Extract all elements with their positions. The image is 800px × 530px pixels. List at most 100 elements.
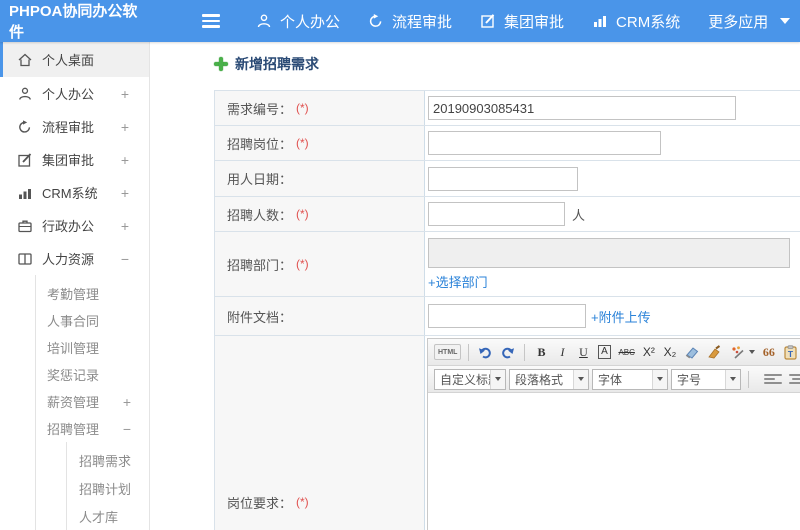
italic-button[interactable]: I bbox=[553, 342, 571, 363]
undo-icon[interactable] bbox=[476, 342, 495, 363]
unit-label: 人 bbox=[572, 207, 586, 223]
sidebar-item-crm-system[interactable]: CRM系统 + bbox=[0, 176, 149, 209]
sidebar-item-hr-contract[interactable]: 人事合同 bbox=[36, 307, 149, 334]
position-input[interactable] bbox=[428, 131, 661, 155]
form-row-position: 招聘岗位： (*) bbox=[215, 126, 800, 161]
sidebar-item-group-approval[interactable]: 集团审批 + bbox=[0, 143, 149, 176]
rich-text-editor: HTML B I U A ABC X² X₂ 66 T 自定义标 段落格式 字体… bbox=[427, 338, 800, 530]
underline-button[interactable]: U bbox=[574, 342, 592, 363]
required-mark: (*) bbox=[296, 136, 309, 150]
topnav-label: CRM系统 bbox=[616, 13, 681, 31]
topnav-crm-system[interactable]: CRM系统 bbox=[592, 11, 680, 32]
form-row-demand-no: 需求编号： (*) bbox=[215, 91, 800, 126]
book-icon bbox=[17, 251, 33, 267]
strikethrough-button[interactable]: ABC bbox=[616, 342, 636, 363]
edit-icon bbox=[17, 152, 33, 168]
sidebar-subitem-label: 招聘管理 bbox=[47, 422, 100, 437]
demand-no-input[interactable] bbox=[428, 96, 736, 120]
subscript-button[interactable]: X₂ bbox=[661, 342, 679, 363]
hamburger-menu-icon[interactable] bbox=[202, 14, 220, 28]
form-row-attachment: 附件文档： +附件上传 bbox=[215, 297, 800, 336]
font-family-select[interactable]: 字体 bbox=[592, 368, 668, 390]
field-label: 招聘部门： (*) bbox=[215, 232, 425, 296]
sidebar-item-label: CRM系统 bbox=[42, 186, 98, 201]
collapse-minus-icon[interactable]: − bbox=[121, 251, 129, 267]
align-center-icon[interactable] bbox=[789, 371, 800, 387]
expand-plus-icon[interactable]: + bbox=[121, 152, 129, 168]
attachment-input[interactable] bbox=[428, 304, 586, 328]
bold-button[interactable]: B bbox=[532, 342, 550, 363]
sidebar-item-label: 人力资源 bbox=[42, 252, 95, 267]
align-left-icon[interactable] bbox=[764, 371, 782, 387]
font-size-select[interactable]: 字号 bbox=[671, 368, 741, 390]
editor-toolbar-row1: HTML B I U A ABC X² X₂ 66 T bbox=[428, 339, 800, 366]
sidebar-item-label: 个人办公 bbox=[42, 87, 95, 102]
add-plus-icon bbox=[214, 57, 228, 71]
sidebar-item-recruit-plan[interactable]: 招聘计划 bbox=[67, 474, 149, 502]
expand-plus-icon[interactable]: + bbox=[123, 394, 131, 410]
field-label: 岗位要求： (*) bbox=[215, 336, 425, 530]
upload-attachment-link[interactable]: +附件上传 bbox=[591, 307, 651, 326]
flow-icon bbox=[368, 13, 384, 29]
sidebar-subitem-label: 招聘计划 bbox=[79, 481, 132, 497]
topnav-label: 个人办公 bbox=[280, 13, 341, 31]
sidebar-subitem-label: 人事合同 bbox=[47, 314, 100, 329]
sidebar-subitem-label: 考勤管理 bbox=[47, 287, 100, 302]
sidebar-item-workflow-approval[interactable]: 流程审批 + bbox=[0, 110, 149, 143]
sidebar-item-admin-office[interactable]: 行政办公 + bbox=[0, 209, 149, 242]
hr-submenu: 考勤管理 人事合同 培训管理 奖惩记录 薪资管理 + 招聘管理 − 招聘需求 招… bbox=[35, 275, 149, 530]
sidebar-item-salary[interactable]: 薪资管理 + bbox=[36, 388, 149, 415]
svg-text:T: T bbox=[788, 349, 794, 359]
edit-icon bbox=[480, 13, 496, 29]
expand-plus-icon[interactable]: + bbox=[121, 86, 129, 102]
sidebar-subitem-label: 招聘需求 bbox=[79, 453, 132, 469]
headcount-input[interactable] bbox=[428, 202, 565, 226]
eraser-icon[interactable] bbox=[682, 342, 702, 363]
hire-date-input[interactable] bbox=[428, 166, 578, 191]
sidebar-item-training[interactable]: 培训管理 bbox=[36, 334, 149, 361]
collapse-minus-icon[interactable]: − bbox=[123, 421, 131, 437]
topnav-workflow-approval[interactable]: 流程审批 bbox=[368, 11, 452, 32]
alignment-buttons bbox=[764, 371, 800, 387]
format-brush-icon[interactable] bbox=[705, 342, 725, 363]
char-border-button[interactable]: A bbox=[595, 342, 613, 363]
sidebar-item-rewards[interactable]: 奖惩记录 bbox=[36, 361, 149, 388]
sidebar-subitem-label: 奖惩记录 bbox=[47, 368, 100, 383]
color-pen-icon[interactable] bbox=[728, 342, 757, 363]
expand-plus-icon[interactable]: + bbox=[121, 218, 129, 234]
topnav-label: 流程审批 bbox=[392, 13, 453, 31]
html-source-button[interactable]: HTML bbox=[434, 344, 462, 360]
paragraph-format-select[interactable]: 段落格式 bbox=[509, 368, 589, 390]
sidebar-item-personal-desktop[interactable]: 个人桌面 bbox=[0, 42, 149, 77]
custom-title-select[interactable]: 自定义标题 bbox=[434, 368, 506, 390]
redo-icon[interactable] bbox=[498, 342, 517, 363]
sidebar-item-recruitment[interactable]: 招聘管理 − bbox=[36, 415, 149, 442]
person-icon bbox=[17, 86, 33, 102]
expand-plus-icon[interactable]: + bbox=[121, 185, 129, 201]
app-logo: PHPOA协同办公软件 bbox=[9, 3, 138, 41]
expand-plus-icon[interactable]: + bbox=[121, 119, 129, 135]
topnav-group-approval[interactable]: 集团审批 bbox=[480, 11, 564, 32]
sidebar-item-attendance[interactable]: 考勤管理 bbox=[36, 280, 149, 307]
select-department-link[interactable]: +选择部门 bbox=[428, 272, 488, 291]
form-row-hire-date: 用人日期： bbox=[215, 161, 800, 197]
sidebar-item-human-resources[interactable]: 人力资源 − bbox=[0, 242, 149, 275]
topnav-label: 集团审批 bbox=[504, 13, 565, 31]
editor-content-area[interactable] bbox=[428, 393, 800, 530]
blockquote-button[interactable]: 66 bbox=[760, 342, 778, 363]
topnav-label: 更多应用 bbox=[708, 13, 769, 31]
top-nav: 个人办公 流程审批 集团审批 CRM系统 更多应用 bbox=[256, 11, 791, 32]
sidebar-item-talent-pool[interactable]: 人才库 bbox=[67, 502, 149, 530]
superscript-button[interactable]: X² bbox=[640, 342, 658, 363]
topnav-more-apps[interactable]: 更多应用 bbox=[708, 11, 791, 32]
sidebar-item-label: 行政办公 bbox=[42, 219, 95, 234]
department-textarea[interactable] bbox=[428, 238, 790, 268]
chart-icon bbox=[592, 13, 608, 29]
sidebar: 个人桌面 个人办公 + 流程审批 + 集团审批 + CRM系统 + 行政办公 +… bbox=[0, 42, 150, 530]
topnav-personal-office[interactable]: 个人办公 bbox=[256, 11, 340, 32]
paste-icon[interactable]: T bbox=[781, 342, 800, 363]
sidebar-item-recruit-demand[interactable]: 招聘需求 bbox=[67, 446, 149, 474]
field-label: 需求编号： (*) bbox=[215, 91, 425, 125]
sidebar-item-personal-office[interactable]: 个人办公 + bbox=[0, 77, 149, 110]
recruit-demand-form: 需求编号： (*) 招聘岗位： (*) 用人日期： bbox=[214, 90, 800, 530]
